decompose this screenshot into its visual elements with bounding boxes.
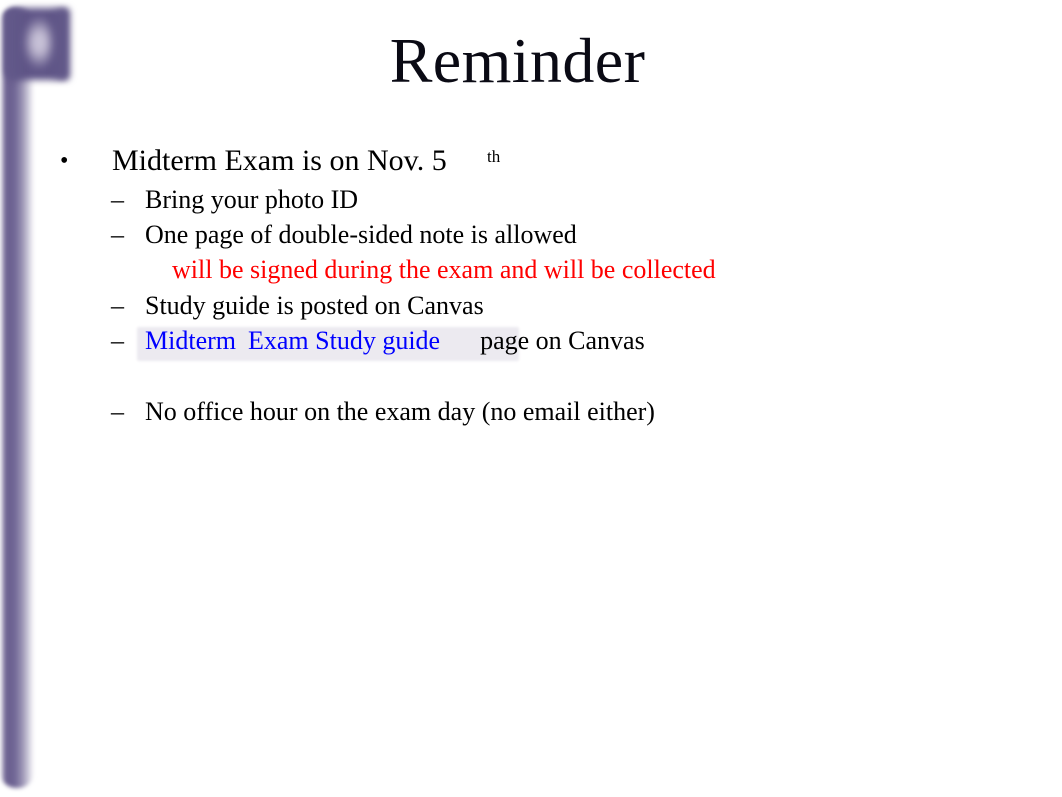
bullet-text: No office hour on the exam day (no email… — [145, 397, 655, 426]
bullet-item-level2: – No office hour on the exam day (no ema… — [0, 394, 1062, 429]
bullet-text: One page of double-sided note is allowed — [145, 220, 577, 249]
emphasis-note-line: will be signed during the exam and will … — [0, 252, 1062, 288]
bullet-item-level2-hyperlink: – Midterm Exam Study guide page on Canvas — [0, 323, 1062, 361]
hyperlink-row: Midterm Exam Study guide page on Canvas — [145, 323, 645, 358]
bullet-item-level2: – Study guide is posted on Canvas — [0, 288, 1062, 323]
dash-marker: – — [111, 397, 124, 426]
hyperlink-part-1[interactable]: Midterm — [145, 326, 236, 355]
bullet-item-level2: – One page of double-sided note is allow… — [0, 217, 1062, 252]
bullet-marker: • — [60, 148, 69, 174]
presentation-slide: Reminder • Midterm Exam is on Nov. 5 th … — [0, 0, 1062, 797]
bullet-text: Bring your photo ID — [145, 185, 359, 214]
page-title: Reminder — [389, 25, 646, 96]
hyperlink-trailing-text: page on Canvas — [480, 326, 645, 355]
dash-marker: – — [111, 220, 124, 249]
dash-marker: – — [111, 326, 124, 355]
bullet-item-level2: – Bring your photo ID — [0, 182, 1062, 217]
flag-banner-icon — [6, 8, 70, 80]
blank-line-spacer — [0, 358, 1062, 394]
dash-marker: – — [111, 185, 124, 214]
hyperlink-part-2[interactable]: Exam Study guide — [248, 326, 440, 355]
flag-banner-edge-icon — [6, 8, 68, 80]
bullet-text: Study guide is posted on Canvas — [145, 291, 484, 320]
dash-marker: – — [111, 291, 124, 320]
ordinal-suffix: th — [487, 147, 501, 166]
slide-body: • Midterm Exam is on Nov. 5 th – Bring y… — [0, 140, 1062, 429]
emphasis-note-text: will be signed during the exam and will … — [172, 255, 716, 284]
bullet-item-level1: • Midterm Exam is on Nov. 5 th — [0, 140, 1062, 182]
bullet-text: Midterm Exam is on Nov. 5 — [112, 144, 447, 177]
